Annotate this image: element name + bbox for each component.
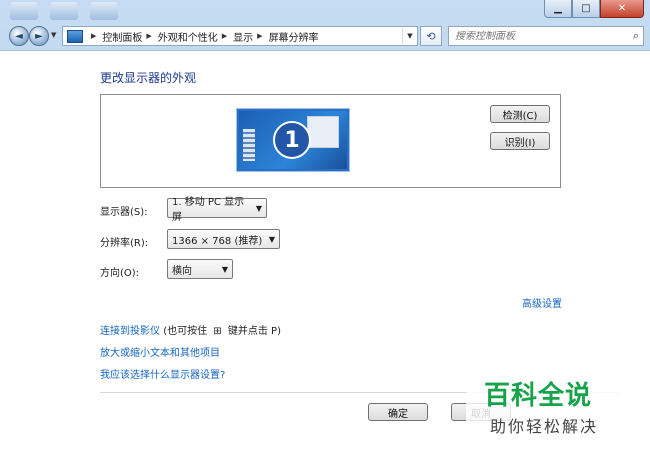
address-bar[interactable]: ▶ 控制面板 ▶ 外观和个性化 ▶ 显示 ▶ 屏幕分辨率 ▼ — [62, 26, 418, 46]
monitor-number-badge: 1 — [273, 121, 311, 159]
desktop-preview-sidebar — [243, 129, 255, 161]
chevron-down-icon: ▼ — [221, 264, 229, 274]
taskbar-thumbnails — [10, 2, 140, 22]
chevron-down-icon: ▼ — [268, 234, 276, 244]
detect-button[interactable]: 检测(C) — [490, 105, 550, 123]
search-icon[interactable]: ⌕ — [633, 29, 639, 43]
breadcrumb-screen-resolution[interactable]: 屏幕分辨率 — [269, 29, 319, 44]
desktop-preview-window — [307, 116, 339, 148]
orientation-select[interactable]: 横向 ▼ — [167, 259, 233, 279]
advanced-settings-link[interactable]: 高级设置 — [522, 295, 562, 310]
recent-pages-dropdown-icon[interactable]: ▼ — [51, 31, 56, 39]
search-box[interactable]: ⌕ — [448, 26, 644, 46]
chevron-down-icon: ▼ — [255, 203, 263, 213]
navigation-bar: ◄ ► ▼ ▶ 控制面板 ▶ 外观和个性化 ▶ 显示 ▶ 屏幕分辨率 ▼ ⟲ ⌕ — [0, 25, 650, 47]
orientation-label: 方向(O): — [100, 268, 140, 279]
watermark-title: 百科全说 — [484, 381, 593, 411]
refresh-button[interactable]: ⟲ — [420, 26, 442, 46]
orientation-select-value: 横向 — [172, 265, 192, 277]
resolution-select-value: 1366 × 768 (推荐) — [172, 235, 263, 247]
control-panel-window: ▁ □ ✕ ◄ ► ▼ ▶ 控制面板 ▶ 外观和个性化 ▶ 显示 ▶ 屏幕分辨率… — [0, 0, 650, 459]
projector-line: 连接到投影仪 (也可按住 ⊞ 键并点击 P) — [100, 322, 281, 338]
breadcrumb: ▶ 控制面板 ▶ 外观和个性化 ▶ 显示 ▶ 屏幕分辨率 — [87, 29, 319, 44]
ok-button[interactable]: 确定 — [368, 403, 428, 421]
display-select-value: 1. 移动 PC 显示屏 — [172, 197, 245, 223]
resolution-label: 分辨率(R): — [100, 238, 149, 249]
identify-button[interactable]: 识别(I) — [490, 132, 550, 150]
caption-buttons: ▁ □ ✕ — [544, 0, 644, 18]
projector-hint-suffix: 键并点击 P) — [227, 326, 281, 337]
monitor-1-thumbnail[interactable]: 1 — [237, 109, 349, 171]
windows-logo-icon: ⊞ — [213, 325, 222, 337]
maximize-button[interactable]: □ — [572, 0, 600, 18]
minimize-button[interactable]: ▁ — [544, 0, 572, 18]
resolution-select[interactable]: 1366 × 768 (推荐) ▼ — [167, 229, 280, 249]
search-input[interactable] — [455, 30, 623, 42]
breadcrumb-appearance[interactable]: 外观和个性化 — [158, 29, 218, 44]
breadcrumb-arrow-icon[interactable]: ▶ — [91, 32, 96, 40]
watermark: 百科全说 助你轻松解决 — [466, 371, 644, 459]
watermark-subtitle: 助你轻松解决 — [490, 417, 599, 436]
display-label: 显示器(S): — [100, 207, 148, 218]
breadcrumb-display[interactable]: 显示 — [233, 29, 253, 44]
display-select[interactable]: 1. 移动 PC 显示屏 ▼ — [167, 197, 267, 223]
breadcrumb-arrow-icon[interactable]: ▶ — [257, 32, 262, 40]
back-button[interactable]: ◄ — [9, 26, 29, 46]
connect-projector-link[interactable]: 连接到投影仪 — [100, 326, 160, 337]
close-button[interactable]: ✕ — [600, 0, 644, 18]
zoom-text-link[interactable]: 放大或缩小文本和其他项目 — [100, 344, 220, 359]
breadcrumb-arrow-icon[interactable]: ▶ — [146, 32, 151, 40]
control-panel-icon — [67, 29, 83, 43]
forward-button[interactable]: ► — [29, 26, 49, 46]
breadcrumb-control-panel[interactable]: 控制面板 — [102, 29, 142, 44]
breadcrumb-arrow-icon[interactable]: ▶ — [222, 32, 227, 40]
page-title: 更改显示器的外观 — [100, 71, 197, 85]
projector-hint-prefix: (也可按住 — [163, 326, 208, 337]
address-dropdown-icon[interactable]: ▼ — [402, 28, 417, 44]
main-content: 更改显示器的外观 1 检测(C) 识别(I) 显示器(S): 1. 移动 PC … — [0, 50, 650, 459]
which-display-settings-link[interactable]: 我应该选择什么显示器设置? — [100, 366, 225, 381]
